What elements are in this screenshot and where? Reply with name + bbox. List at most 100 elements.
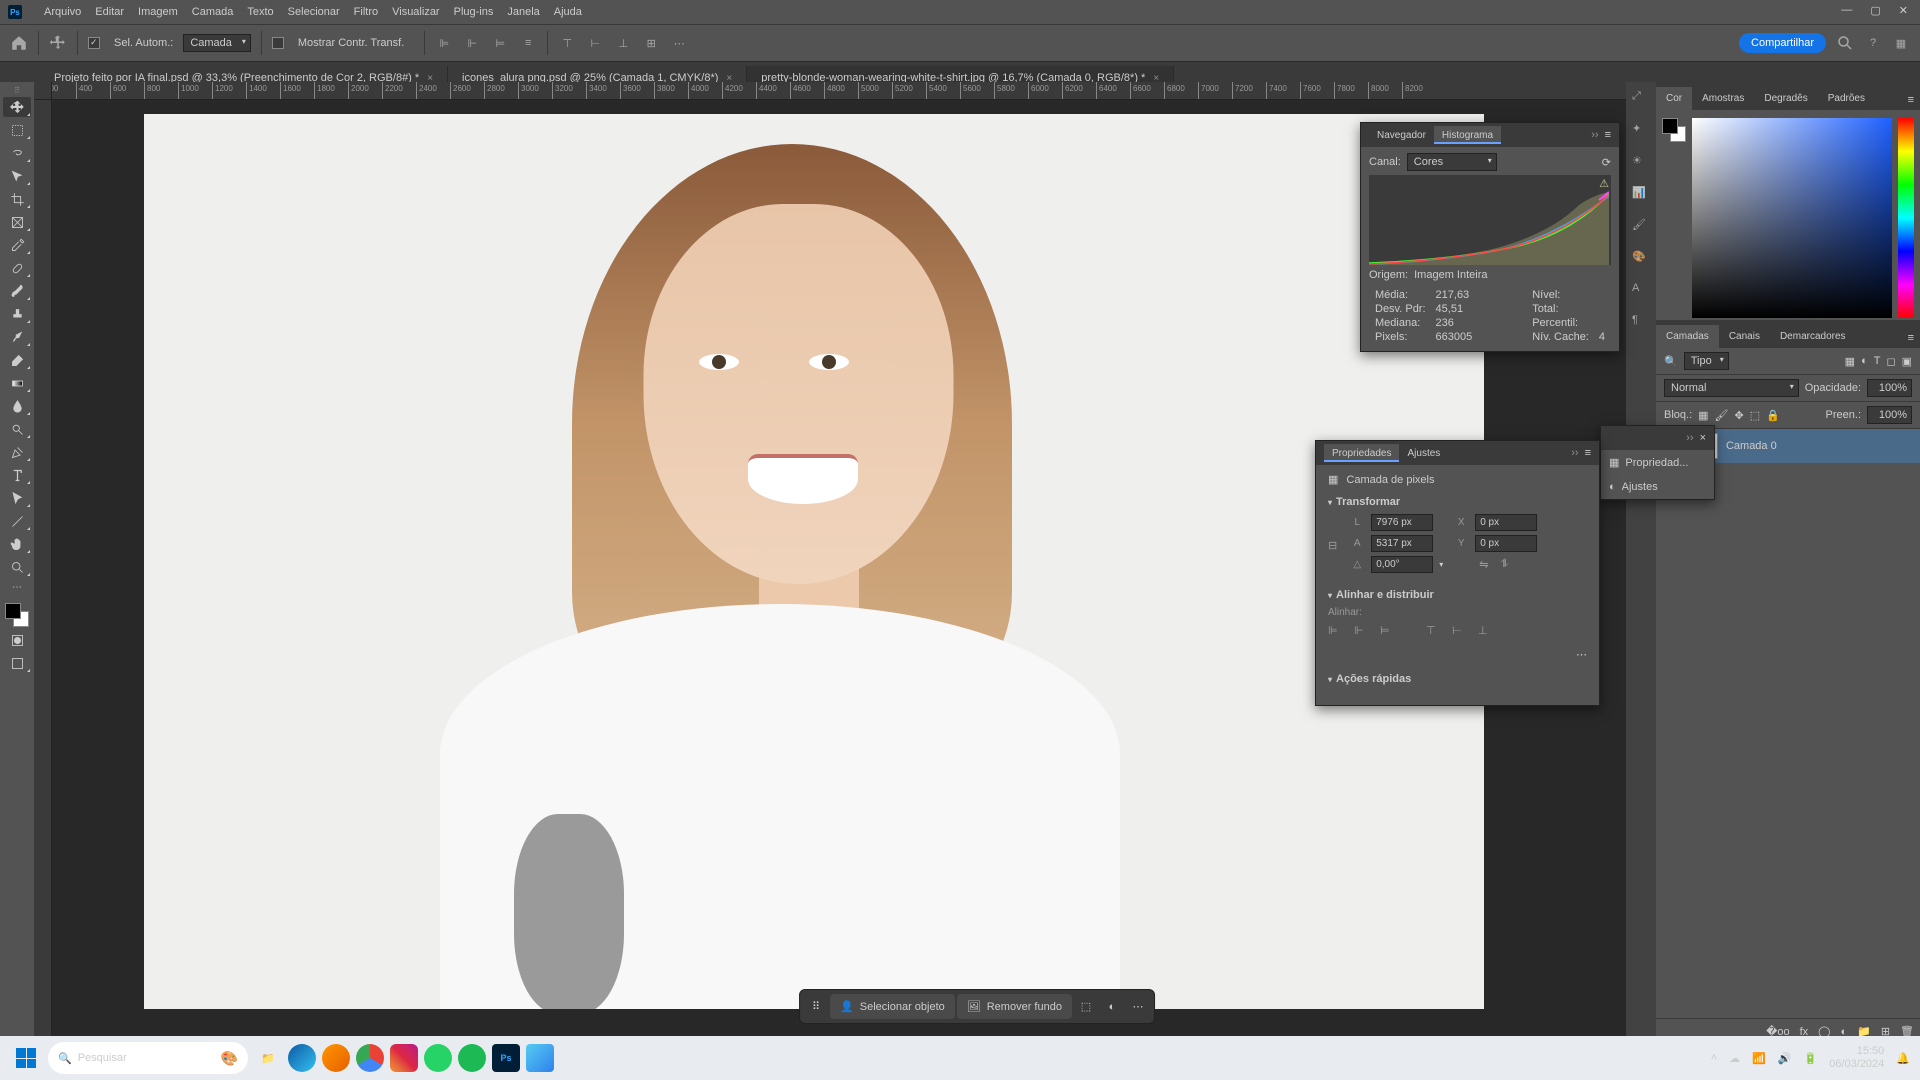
more-icon[interactable]: ⋯: [1126, 995, 1150, 1019]
section-align[interactable]: Alinhar e distribuir: [1328, 589, 1587, 601]
tab-camadas[interactable]: Camadas: [1656, 325, 1719, 348]
align-top-icon[interactable]: ⊤: [1426, 624, 1444, 642]
quick-mask-icon[interactable]: [3, 630, 31, 650]
type-panel-icon[interactable]: A: [1632, 282, 1650, 300]
close-icon[interactable]: ×: [1700, 432, 1706, 444]
help-icon[interactable]: ?: [1864, 34, 1882, 52]
workspace-icon[interactable]: ▦: [1892, 34, 1910, 52]
align-top-icon[interactable]: ⊤: [558, 34, 576, 52]
dodge-tool[interactable]: [3, 419, 31, 439]
panel-menu-icon[interactable]: ≡: [1902, 90, 1920, 110]
distribute-icon[interactable]: ≡: [519, 34, 537, 52]
select-subject-button[interactable]: 👤Selecionar objeto: [830, 994, 955, 1019]
align-hcenter-icon[interactable]: ⊩: [1354, 624, 1372, 642]
x-input[interactable]: 0 px: [1475, 514, 1537, 531]
link-wh-icon[interactable]: ⊟: [1328, 539, 1337, 552]
tab-amostras[interactable]: Amostras: [1692, 87, 1754, 110]
filter-smart-icon[interactable]: ▣: [1902, 355, 1912, 368]
photoshop-taskbar-icon[interactable]: Ps: [492, 1044, 520, 1072]
transform-icon[interactable]: ⬚: [1074, 995, 1098, 1019]
eyedropper-tool[interactable]: [3, 235, 31, 255]
brightness-panel-icon[interactable]: ☀: [1632, 154, 1650, 172]
menu-imagem[interactable]: Imagem: [138, 6, 178, 18]
search-icon[interactable]: 🔍: [1664, 355, 1678, 368]
menu-ajuda[interactable]: Ajuda: [554, 6, 582, 18]
align-hcenter-icon[interactable]: ⊩: [463, 34, 481, 52]
explorer-icon[interactable]: 📁: [254, 1044, 282, 1072]
move-tool[interactable]: [3, 97, 31, 117]
menu-visualizar[interactable]: Visualizar: [392, 6, 440, 18]
mini-properties-button[interactable]: ▦Propriedad...: [1601, 450, 1714, 475]
color-field[interactable]: [1692, 118, 1892, 318]
transform-panel-icon[interactable]: ⤢: [1632, 90, 1650, 108]
layer-dropdown[interactable]: Camada: [183, 34, 251, 52]
align-left-icon[interactable]: ⊫: [435, 34, 453, 52]
filter-kind-dropdown[interactable]: Tipo: [1684, 352, 1729, 370]
move-tool-icon[interactable]: [49, 34, 67, 52]
panel-menu-icon[interactable]: ≡: [1902, 328, 1920, 348]
flip-h-icon[interactable]: ⇋: [1479, 558, 1488, 571]
histogram-panel-icon[interactable]: 📊: [1632, 186, 1650, 204]
menu-texto[interactable]: Texto: [247, 6, 273, 18]
sel-autom-checkbox[interactable]: [88, 37, 100, 49]
tab-demarcadores[interactable]: Demarcadores: [1770, 325, 1856, 348]
align-right-icon[interactable]: ⊨: [1380, 624, 1398, 642]
clock[interactable]: 15:5006/03/2024: [1829, 1045, 1884, 1071]
history-brush-tool[interactable]: [3, 327, 31, 347]
tab-ajustes[interactable]: Ajustes: [1399, 444, 1448, 463]
section-quick-actions[interactable]: Ações rápidas: [1328, 673, 1587, 685]
hand-tool[interactable]: [3, 534, 31, 554]
close-icon[interactable]: ✕: [1899, 4, 1908, 17]
brush-panel-icon[interactable]: 🖌: [1632, 218, 1650, 236]
angle-input[interactable]: 0,00°: [1371, 556, 1433, 573]
lock-icon[interactable]: 🔒: [1766, 409, 1780, 422]
hue-slider[interactable]: [1898, 118, 1914, 318]
adjust-icon[interactable]: ◐: [1100, 995, 1124, 1019]
menu-selecionar[interactable]: Selecionar: [288, 6, 340, 18]
collapse-icon[interactable]: ››: [1591, 129, 1598, 141]
section-transform[interactable]: Transformar: [1328, 496, 1587, 508]
share-button[interactable]: Compartilhar: [1739, 33, 1826, 53]
onedrive-icon[interactable]: ☁: [1729, 1052, 1740, 1065]
menu-filtro[interactable]: Filtro: [354, 6, 378, 18]
collapse-icon[interactable]: ››: [1686, 432, 1693, 444]
start-button[interactable]: [10, 1042, 42, 1074]
stamp-tool[interactable]: [3, 304, 31, 324]
align-bottom-icon[interactable]: ⊥: [1478, 624, 1496, 642]
taskbar-search[interactable]: 🔍Pesquisar🎨: [48, 1042, 248, 1074]
align-right-icon[interactable]: ⊨: [491, 34, 509, 52]
maximize-icon[interactable]: ▢: [1870, 4, 1880, 17]
type-tool[interactable]: [3, 465, 31, 485]
lock-paint-icon[interactable]: 🖌: [1715, 409, 1729, 422]
brushes-panel-icon[interactable]: 🎨: [1632, 250, 1650, 268]
filter-adjust-icon[interactable]: ◐: [1861, 355, 1868, 367]
align-vcenter-icon[interactable]: ⊢: [586, 34, 604, 52]
brush-tool[interactable]: [3, 281, 31, 301]
document-canvas[interactable]: [144, 114, 1484, 1009]
battery-icon[interactable]: 🔋: [1804, 1052, 1818, 1065]
filter-shape-icon[interactable]: ◻: [1886, 355, 1895, 368]
chrome-icon[interactable]: [356, 1044, 384, 1072]
ruler-vertical[interactable]: [34, 100, 52, 1044]
notifications-icon[interactable]: 🔔: [1896, 1052, 1910, 1065]
tray-chevron-icon[interactable]: ˄: [1711, 1052, 1717, 1064]
width-input[interactable]: 7976 px: [1371, 514, 1433, 531]
align-bottom-icon[interactable]: ⊥: [614, 34, 632, 52]
paragraph-panel-icon[interactable]: ¶: [1632, 314, 1650, 332]
filter-pixel-icon[interactable]: ▦: [1845, 355, 1855, 368]
panel-menu-icon[interactable]: ≡: [1605, 129, 1611, 141]
tab-histograma[interactable]: Histograma: [1434, 126, 1501, 144]
pen-tool[interactable]: [3, 442, 31, 462]
tab-canais[interactable]: Canais: [1719, 325, 1770, 348]
tab-padroes[interactable]: Padrões: [1818, 87, 1875, 110]
lock-nest-icon[interactable]: ⬚: [1750, 409, 1760, 422]
wifi-icon[interactable]: 📶: [1752, 1052, 1766, 1065]
more-options-icon[interactable]: ⋯: [1576, 649, 1587, 661]
show-transform-checkbox[interactable]: [272, 37, 284, 49]
fill-input[interactable]: 100%: [1867, 406, 1912, 424]
tab-cor[interactable]: Cor: [1656, 87, 1692, 110]
firefox-icon[interactable]: [322, 1044, 350, 1072]
filter-type-icon[interactable]: T: [1874, 355, 1881, 367]
layer-name[interactable]: Camada 0: [1726, 440, 1777, 452]
opacity-input[interactable]: 100%: [1867, 379, 1912, 397]
